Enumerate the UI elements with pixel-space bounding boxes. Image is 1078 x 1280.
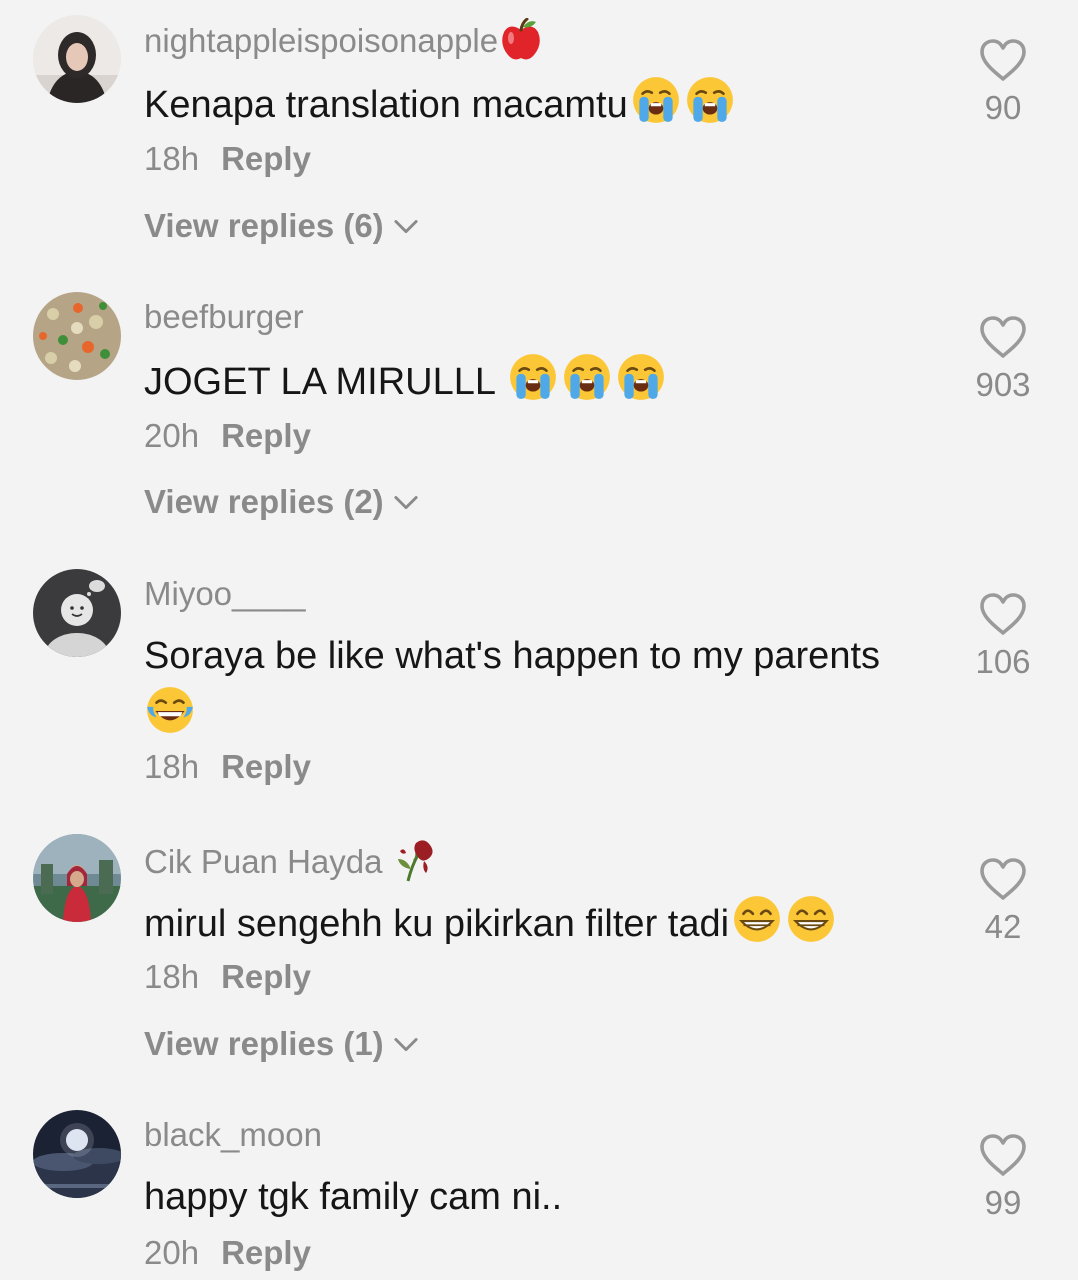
comment-meta: 18h Reply: [144, 745, 311, 789]
like-button[interactable]: 42: [928, 857, 1078, 947]
chevron-down-icon: [392, 217, 420, 235]
wilted-flower-icon: [394, 837, 440, 894]
username-text[interactable]: nightappleispoisonapple: [144, 22, 498, 59]
loudly-crying-face-icon: [630, 74, 682, 142]
view-replies-label: View replies (2): [144, 483, 384, 520]
loudly-crying-face-icon: [615, 351, 667, 419]
username[interactable]: beefburger: [144, 295, 304, 339]
heart-icon: [979, 592, 1027, 636]
comment-body: Kenapa translation macamtu: [144, 84, 628, 126]
chevron-down-icon: [392, 1035, 420, 1053]
comment-body: mirul sengehh ku pikirkan filter tadi: [144, 903, 730, 945]
comment-text: mirul sengehh ku pikirkan filter tadi: [144, 893, 944, 961]
comment-body: Soraya be like what's happen to my paren…: [144, 635, 881, 677]
avatar[interactable]: [33, 292, 121, 380]
like-count: 106: [975, 643, 1031, 680]
view-replies-button[interactable]: View replies (1): [144, 1022, 420, 1066]
timestamp: 18h: [144, 140, 200, 177]
reply-button[interactable]: Reply: [221, 140, 311, 177]
like-count: 42: [984, 908, 1022, 945]
username[interactable]: black_moon: [144, 1113, 322, 1157]
comment-text: Soraya be like what's happen to my paren…: [144, 628, 944, 752]
loudly-crying-face-icon: [561, 351, 613, 419]
avatar[interactable]: [33, 569, 121, 657]
comment-text: happy tgk family cam ni..: [144, 1169, 944, 1225]
reply-button[interactable]: Reply: [221, 958, 311, 995]
like-button[interactable]: 106: [928, 592, 1078, 682]
comment-meta: 18h Reply: [144, 137, 311, 181]
like-button[interactable]: 99: [928, 1133, 1078, 1223]
grinning-face-icon: [731, 893, 783, 961]
heart-icon: [979, 1133, 1027, 1177]
reply-button[interactable]: Reply: [221, 417, 311, 454]
heart-icon: [979, 857, 1027, 901]
avatar[interactable]: [33, 1110, 121, 1198]
username[interactable]: nightappleispoisonapple: [144, 17, 542, 73]
username[interactable]: Miyoo____: [144, 572, 305, 616]
grinning-face-icon: [785, 893, 837, 961]
like-count: 903: [975, 366, 1031, 403]
comment-meta: 20h Reply: [144, 414, 311, 458]
view-replies-button[interactable]: View replies (6): [144, 204, 420, 248]
username[interactable]: Cik Puan Hayda: [144, 837, 440, 894]
red-apple-icon: [500, 17, 542, 73]
timestamp: 18h: [144, 958, 200, 995]
avatar[interactable]: [33, 834, 121, 922]
timestamp: 20h: [144, 417, 200, 454]
like-count: 90: [984, 89, 1022, 126]
avatar[interactable]: [33, 15, 121, 103]
heart-icon: [979, 38, 1027, 82]
loudly-crying-face-icon: [684, 74, 736, 142]
comment-meta: 18h Reply: [144, 955, 311, 999]
reply-button[interactable]: Reply: [221, 1234, 311, 1271]
comment-meta: 20h Reply: [144, 1231, 311, 1275]
comment-text: Kenapa translation macamtu: [144, 74, 944, 142]
like-button[interactable]: 903: [928, 315, 1078, 405]
username-text[interactable]: Cik Puan Hayda: [144, 843, 392, 880]
view-replies-button[interactable]: View replies (2): [144, 480, 420, 524]
comment-body: JOGET LA MIRULLL: [144, 361, 506, 403]
comment-text: JOGET LA MIRULLL: [144, 351, 944, 419]
chevron-down-icon: [392, 493, 420, 511]
like-count: 99: [984, 1184, 1022, 1221]
timestamp: 20h: [144, 1234, 200, 1271]
loudly-crying-face-icon: [507, 351, 559, 419]
reply-button[interactable]: Reply: [221, 748, 311, 785]
view-replies-label: View replies (6): [144, 207, 384, 244]
tears-of-joy-face-icon: [144, 684, 196, 752]
like-button[interactable]: 90: [928, 38, 1078, 128]
heart-icon: [979, 315, 1027, 359]
comment-body: happy tgk family cam ni..: [144, 1176, 563, 1218]
timestamp: 18h: [144, 748, 200, 785]
view-replies-label: View replies (1): [144, 1025, 384, 1062]
